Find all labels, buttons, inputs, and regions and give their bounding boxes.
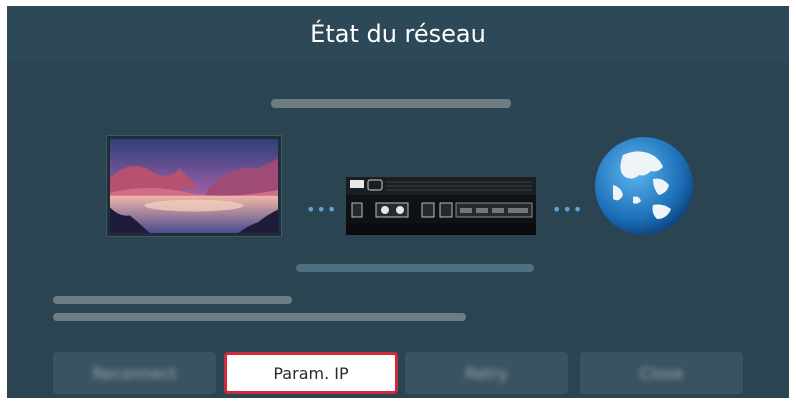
- connection-dots-right: •••: [552, 200, 584, 219]
- one-connect-box-icon: [346, 177, 536, 235]
- connection-status-bar: [296, 264, 534, 272]
- dialog-title-bar: État du réseau: [7, 6, 789, 62]
- tv-icon: [106, 135, 282, 237]
- connection-dots-left: •••: [306, 200, 338, 219]
- close-button[interactable]: Close: [580, 352, 743, 394]
- network-status-dialog: État du réseau ••• ••• Reconnect Param. …: [7, 6, 789, 398]
- reconnect-button[interactable]: Reconnect: [53, 352, 216, 394]
- description-line-1: [53, 296, 292, 304]
- dialog-content: ••• ••• Reconnect Param. IP Retry Close: [7, 62, 789, 398]
- ip-settings-button[interactable]: Param. IP: [224, 352, 398, 394]
- ip-settings-label: Param. IP: [273, 363, 349, 383]
- status-message-placeholder: [271, 99, 511, 108]
- dialog-title: État du réseau: [310, 20, 486, 48]
- globe-icon: [593, 135, 695, 237]
- description-line-2: [53, 313, 466, 321]
- retry-button[interactable]: Retry: [405, 352, 568, 394]
